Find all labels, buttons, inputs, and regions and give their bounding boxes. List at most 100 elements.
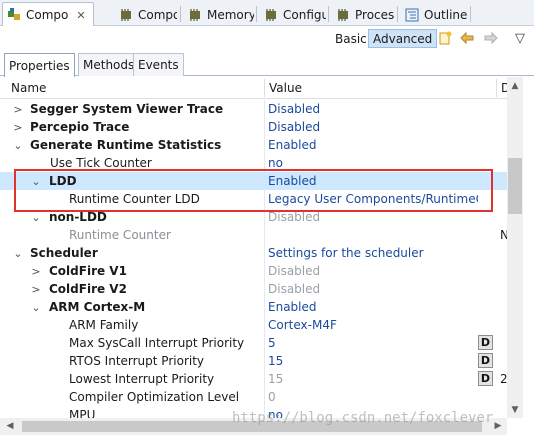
horizontal-scroll-thumb[interactable] [22,421,482,432]
tab-separator [397,6,398,22]
chevron-down-icon[interactable]: ⌄ [30,175,42,188]
property-value[interactable]: no [268,154,478,172]
column-header-name[interactable]: Name [6,77,46,99]
tab-label: Process [355,7,395,22]
table-row[interactable]: > Segger System Viewer Trace Disabled [0,100,507,118]
property-name: MPU [69,408,96,418]
forward-arrow-icon[interactable] [483,30,499,46]
property-value[interactable]: Enabled [268,136,478,154]
table-row[interactable]: ⌄ ARM Cortex-M Enabled [0,298,507,316]
property-name: RTOS Interrupt Priority [69,354,205,368]
vertical-scroll-thumb[interactable] [508,158,522,214]
back-arrow-icon[interactable] [459,30,475,46]
tab-label: Compo [26,8,69,22]
tab-separator [328,6,329,22]
chip-icon [187,7,203,23]
chevron-down-icon[interactable]: ⌄ [30,211,42,224]
table-row[interactable]: Compiler Optimization Level 0 [0,388,507,406]
property-name: ARM Cortex-M [49,300,146,314]
tab-separator [256,6,257,22]
tab-properties[interactable]: Properties [4,53,75,77]
tab-components[interactable]: Compo ✕ [2,2,94,27]
scroll-down-icon[interactable]: ▼ [507,402,523,418]
vertical-scrollbar[interactable] [507,77,523,418]
property-value[interactable]: 15 [268,352,478,370]
chevron-right-icon[interactable]: > [30,283,42,296]
view-tab-bar: Compo ✕ Compo Memory Configu Process Out… [0,0,534,27]
new-icon[interactable] [437,30,453,46]
property-value[interactable]: 5 [268,334,478,352]
scroll-right-icon[interactable]: ▶ [490,418,506,434]
tab-components-2[interactable]: Compo [114,2,178,26]
outline-icon [404,7,420,23]
default-button[interactable]: D [478,371,493,386]
property-name: LDD [49,174,77,188]
tab-outline[interactable]: Outline [400,2,468,26]
table-row[interactable]: Lowest Interrupt Priority 15 D 2 [0,370,507,388]
property-value[interactable]: Disabled [268,118,478,136]
scroll-left-icon[interactable]: ◀ [2,418,18,434]
default-button[interactable]: D [478,353,493,368]
table-row[interactable]: Runtime Counter LDD Legacy User Componen… [0,190,507,208]
chevron-down-icon[interactable]: ⌄ [12,247,24,260]
tab-events[interactable]: Events [133,53,184,76]
chevron-down-icon[interactable]: ⌄ [30,301,42,314]
property-value[interactable]: Enabled [268,298,478,316]
property-value[interactable]: 15 [268,370,478,388]
close-icon[interactable]: ✕ [76,9,85,22]
property-name: non-LDD [49,210,107,224]
property-value[interactable] [268,226,478,244]
table-row[interactable]: > Percepio Trace Disabled [0,118,507,136]
property-value[interactable]: 0 [268,388,478,406]
table-row[interactable]: ⌄ non-LDD Disabled [0,208,507,226]
property-name: Max SysCall Interrupt Priority [69,336,245,350]
tab-label: Compo [138,7,178,22]
table-row[interactable]: Use Tick Counter no [0,154,507,172]
table-row[interactable]: MPU no [0,406,507,418]
view-menu-icon[interactable]: ▽ [512,30,528,46]
chevron-right-icon[interactable]: > [12,103,24,116]
property-name: Percepio Trace [30,120,130,134]
chevron-right-icon[interactable]: > [12,121,24,134]
default-button[interactable]: D [478,335,493,350]
tab-methods[interactable]: Methods [78,53,140,76]
advanced-button[interactable]: Advanced [368,29,438,48]
property-value[interactable]: Settings for the scheduler [268,244,478,262]
scroll-up-icon[interactable]: ▲ [507,78,523,94]
table-row[interactable]: Runtime Counter N [0,226,507,244]
tab-processor[interactable]: Process [331,2,395,26]
chevron-down-icon[interactable]: ⌄ [12,139,24,152]
table-row[interactable]: ARM Family Cortex-M4F [0,316,507,334]
property-extra: 2 [500,372,507,386]
table-row[interactable]: Max SysCall Interrupt Priority 5 D [0,334,507,352]
property-value[interactable]: no [268,406,478,418]
table-row-selected[interactable]: ⌄ LDD Enabled [0,172,507,190]
property-value[interactable]: Legacy User Components/RuntimeCntrL... [268,190,478,208]
table-row[interactable]: > ColdFire V2 Disabled [0,280,507,298]
property-name: ARM Family [69,318,139,332]
tab-memory[interactable]: Memory [183,2,255,26]
tab-label: Outline [424,7,468,22]
column-header-value[interactable]: Value [264,77,302,99]
property-name: ColdFire V1 [49,264,127,278]
property-name: Runtime Counter [69,228,171,242]
property-value[interactable]: Enabled [268,172,478,190]
table-row[interactable]: ⌄ Generate Runtime Statistics Enabled [0,136,507,154]
table-row[interactable]: > ColdFire V1 Disabled [0,262,507,280]
tab-configurations[interactable]: Configu [259,2,327,26]
property-value[interactable]: Disabled [268,208,478,226]
property-value[interactable]: Disabled [268,280,478,298]
property-name: Scheduler [30,246,98,260]
chevron-right-icon[interactable]: > [30,265,42,278]
property-name: Lowest Interrupt Priority [69,372,215,386]
property-value[interactable]: Disabled [268,100,478,118]
component-icon [6,7,22,23]
table-row[interactable]: ⌄ Scheduler Settings for the scheduler [0,244,507,262]
basic-button[interactable]: Basic [330,29,372,48]
property-value[interactable]: Disabled [268,262,478,280]
table-row[interactable]: RTOS Interrupt Priority 15 D [0,352,507,370]
property-value[interactable]: Cortex-M4F [268,316,478,334]
chip-icon [335,7,351,23]
table-header: Name Value D [0,77,510,99]
tab-separator [470,6,471,22]
